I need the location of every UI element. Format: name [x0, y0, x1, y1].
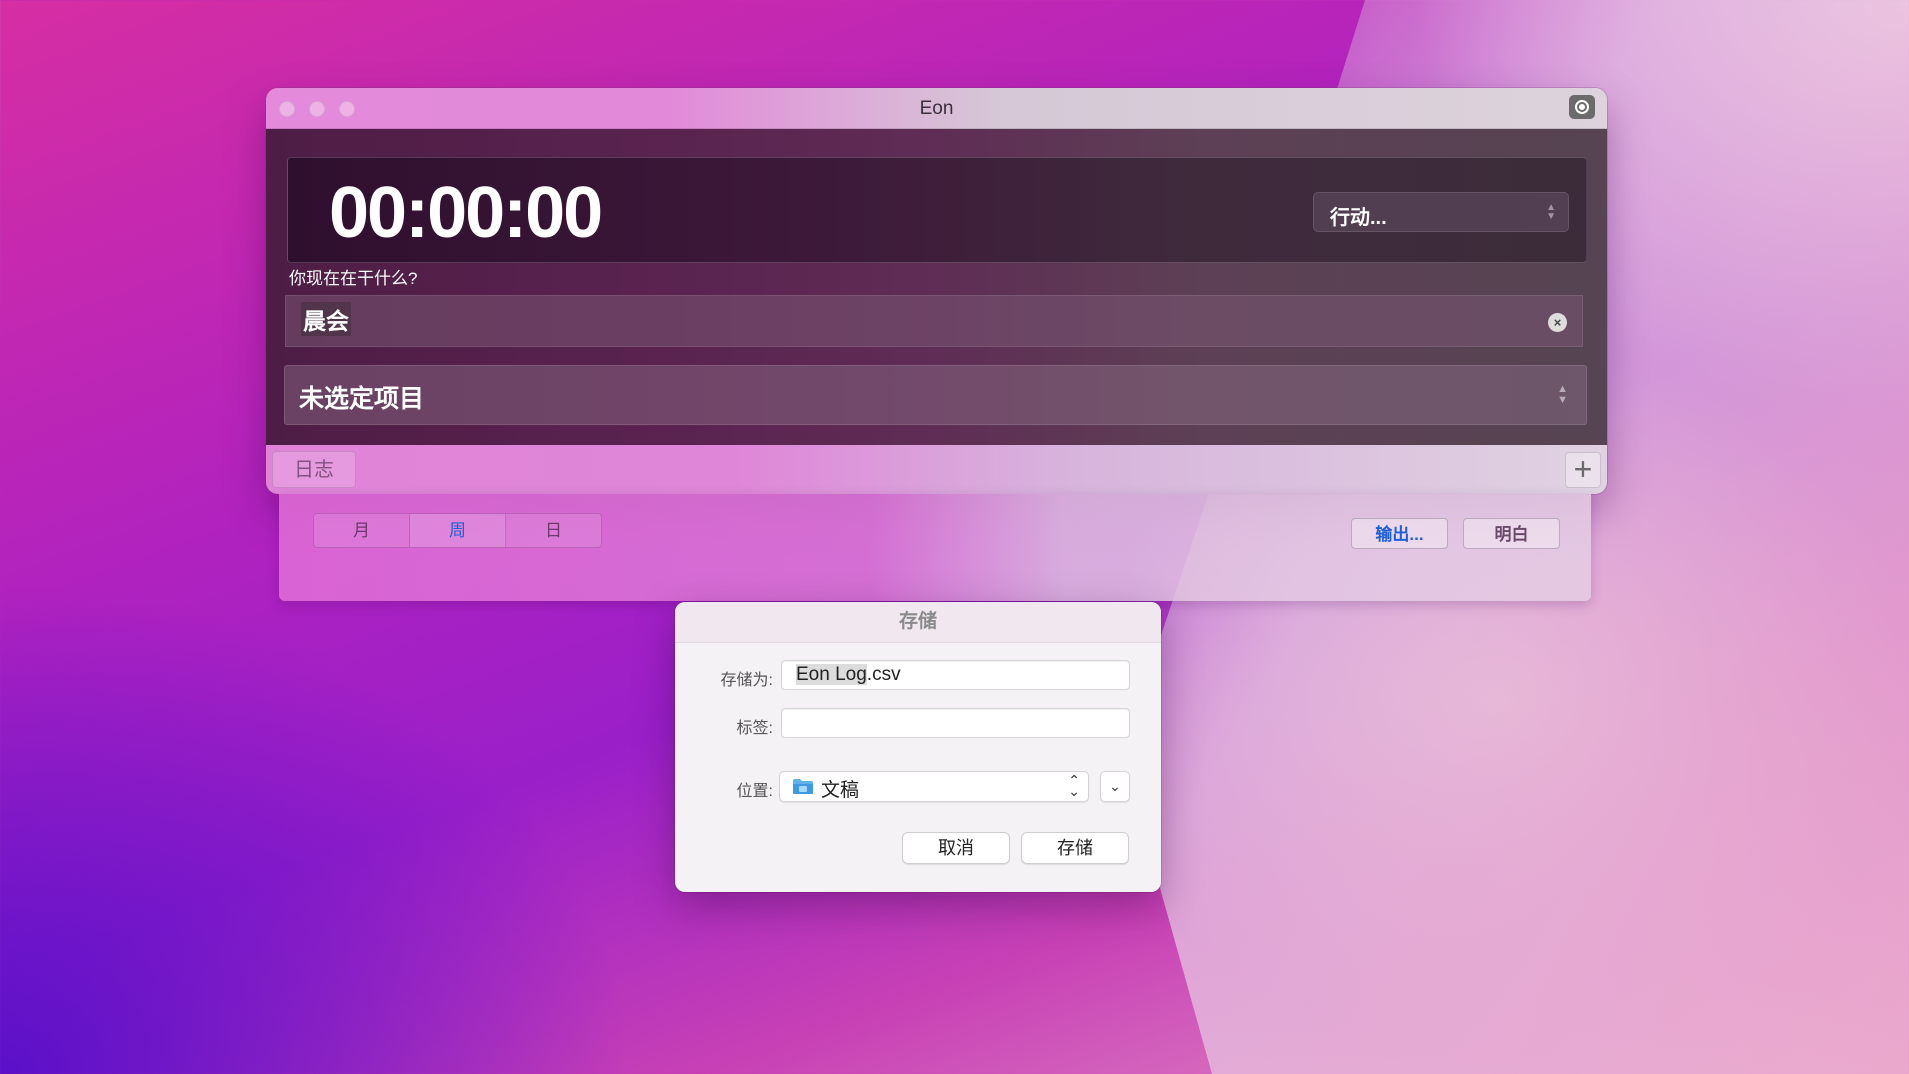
tags-label: 标签:	[736, 720, 773, 737]
location-value: 文稿	[821, 780, 860, 801]
window-title: Eon	[919, 98, 954, 119]
project-select-label: 未选定项目	[299, 385, 425, 413]
dialog-title: 存储	[675, 602, 1161, 643]
title-bar[interactable]: Eon	[266, 88, 1607, 129]
export-button[interactable]: 输出...	[1351, 518, 1448, 549]
segment-month[interactable]: 月	[314, 514, 410, 547]
updown-chevron-icon: ⌃ ⌄	[1068, 772, 1080, 799]
filename-selected-text: Eon Log	[796, 664, 867, 685]
log-button[interactable]: 日志	[272, 451, 356, 488]
save-as-label: 存储为:	[720, 672, 773, 689]
segment-week[interactable]: 周	[410, 514, 506, 547]
tomorrow-button[interactable]: 明白	[1463, 518, 1560, 549]
task-input[interactable]: 晨会 ×	[285, 295, 1583, 347]
period-segmented-control[interactable]: 月 周 日	[313, 513, 602, 548]
tags-field[interactable]	[781, 708, 1130, 738]
bottom-bar: 日志 +	[266, 446, 1607, 494]
save-dialog: 存储 存储为: Eon Log.csv 标签: 位置: 文稿 ⌃ ⌄ ⌄ 取消 存…	[675, 602, 1161, 892]
task-question-label: 你现在在干什么?	[289, 269, 418, 288]
task-input-value: 晨会	[301, 302, 351, 336]
cancel-button[interactable]: 取消	[902, 832, 1010, 864]
segment-day[interactable]: 日	[506, 514, 601, 547]
folder-icon	[793, 779, 813, 794]
record-button[interactable]	[1569, 95, 1595, 119]
location-select[interactable]: 文稿 ⌃ ⌄	[779, 771, 1089, 802]
eon-window: Eon 00:00:00 行动... ▲ ▼ 你现在在干什么? 晨会 × 未选定项…	[266, 88, 1607, 494]
project-select[interactable]: 未选定项目 ▲ ▼	[284, 365, 1587, 425]
filename-extension: .csv	[866, 664, 901, 685]
timer-display: 00:00:00	[329, 173, 603, 253]
add-icon[interactable]: +	[1565, 452, 1601, 488]
log-panel: 月 周 日 输出... 明白	[279, 494, 1591, 601]
chevron-down-icon: ⌄	[1109, 778, 1121, 794]
filename-field[interactable]: Eon Log.csv	[781, 660, 1130, 690]
updown-chevron-icon: ▲ ▼	[1546, 202, 1556, 222]
action-select-label: 行动...	[1330, 207, 1387, 229]
save-button[interactable]: 存储	[1021, 832, 1129, 864]
location-label: 位置:	[736, 783, 773, 800]
clear-icon[interactable]: ×	[1548, 313, 1567, 332]
record-icon	[1575, 100, 1589, 114]
main-content: 00:00:00 行动... ▲ ▼ 你现在在干什么? 晨会 × 未选定项目 ▲ ▼	[266, 129, 1607, 445]
timer-panel: 00:00:00 行动... ▲ ▼	[287, 157, 1587, 263]
updown-chevron-icon: ▲ ▼	[1557, 383, 1568, 406]
action-select[interactable]: 行动... ▲ ▼	[1313, 192, 1569, 232]
expand-dialog-button[interactable]: ⌄	[1100, 771, 1130, 802]
